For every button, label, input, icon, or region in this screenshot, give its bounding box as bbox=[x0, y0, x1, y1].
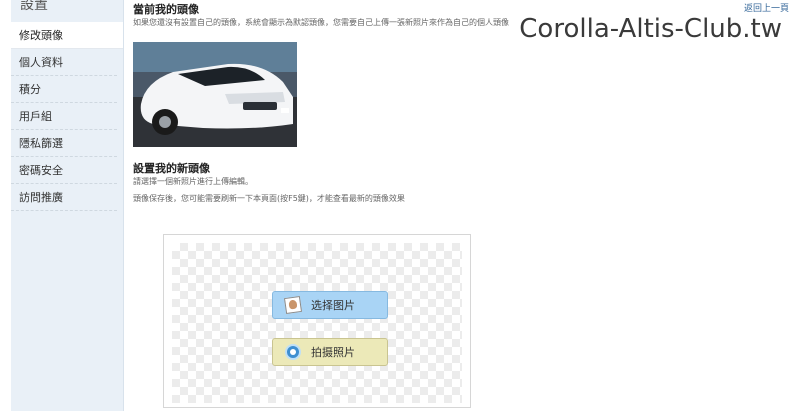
sidebar-item-profile[interactable]: 個人資料 bbox=[11, 49, 117, 76]
new-avatar-title: 設置我的新頭像 bbox=[133, 162, 210, 175]
new-avatar-note: 頭像保存後，您可能需要刷新一下本頁面(按F5鍵)，才能查看最新的頭像效果 bbox=[133, 194, 405, 203]
sidebar-item-avatar[interactable]: 修改頭像 bbox=[11, 22, 123, 49]
sidebar-item-usergroup[interactable]: 用戶組 bbox=[11, 103, 117, 130]
avatar-uploader: 选择图片 拍摄照片 bbox=[163, 234, 471, 408]
uploader-canvas: 选择图片 拍摄照片 bbox=[172, 243, 462, 403]
new-avatar-instruction: 請選擇一個新照片進行上傳編輯。 bbox=[133, 177, 253, 186]
select-image-label: 选择图片 bbox=[311, 299, 355, 312]
photo-icon bbox=[283, 295, 303, 315]
main-content: 返回上一頁 當前我的頭像 如果您還沒有設置自己的頭像，系統會顯示為默認頭像，您需… bbox=[133, 0, 799, 411]
sidebar-item-password[interactable]: 密碼安全 bbox=[11, 157, 117, 184]
back-link[interactable]: 返回上一頁 bbox=[744, 1, 789, 14]
webcam-icon bbox=[285, 344, 301, 360]
current-avatar-image bbox=[133, 42, 297, 147]
sidebar-item-invite[interactable]: 訪問推廣 bbox=[11, 184, 117, 211]
car-photo bbox=[133, 42, 297, 147]
site-watermark: Corolla-Altis-Club.tw bbox=[519, 14, 782, 44]
sidebar-item-credits[interactable]: 積分 bbox=[11, 76, 117, 103]
sidebar-menu: 修改頭像 個人資料 積分 用戶組 隱私篩選 密碼安全 訪問推廣 bbox=[11, 22, 123, 211]
current-avatar-title: 當前我的頭像 bbox=[133, 3, 199, 16]
select-image-button[interactable]: 选择图片 bbox=[272, 291, 388, 319]
take-photo-label: 拍摄照片 bbox=[311, 346, 355, 359]
current-avatar-description: 如果您還沒有設置自己的頭像，系統會顯示為默認頭像，您需要自己上傳一張新照片來作為… bbox=[133, 18, 509, 27]
sidebar: 設置 修改頭像 個人資料 積分 用戶組 隱私篩選 密碼安全 訪問推廣 bbox=[11, 0, 124, 411]
take-photo-button[interactable]: 拍摄照片 bbox=[272, 338, 388, 366]
sidebar-item-privacy[interactable]: 隱私篩選 bbox=[11, 130, 117, 157]
sidebar-title: 設置 bbox=[20, 0, 48, 13]
